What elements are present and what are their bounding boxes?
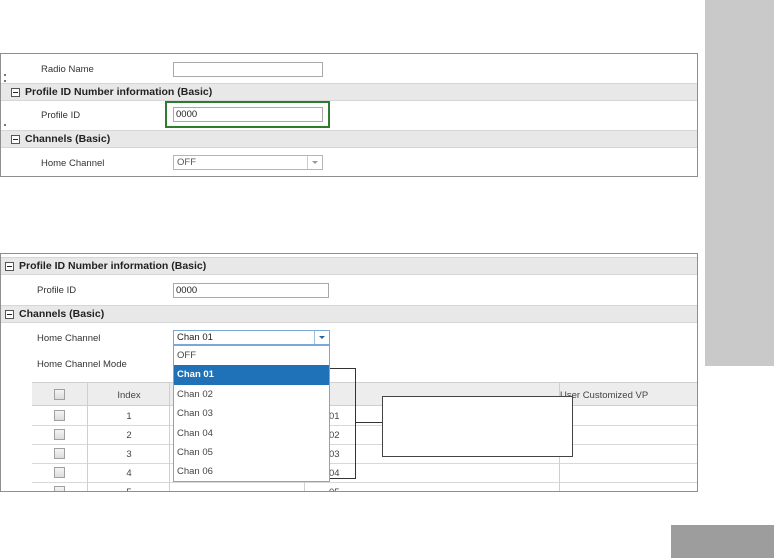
col-header-user-customized-vp: User Customized VP [560, 390, 649, 401]
callout-box [382, 396, 573, 457]
column-divider [169, 382, 170, 491]
profile-id-label: Profile ID [41, 110, 81, 121]
section-title: Profile ID Number information (Basic) [19, 260, 207, 272]
collapse-minus-icon[interactable] [5, 310, 14, 319]
collapse-minus-icon[interactable] [11, 88, 20, 97]
col-header-index: Index [117, 390, 141, 401]
section-title: Channels (Basic) [19, 308, 105, 320]
row-checkbox[interactable] [54, 467, 65, 478]
section-header-channels[interactable]: Channels (Basic) [1, 130, 697, 148]
table-row[interactable]: 4 04 [32, 464, 697, 483]
select-all-checkbox[interactable] [54, 389, 65, 400]
dropdown-option-chan-05[interactable]: Chan 05 [174, 443, 329, 462]
page-number-tab [671, 525, 774, 558]
callout-line [355, 368, 356, 478]
collapse-minus-icon[interactable] [11, 135, 20, 144]
row-index: 4 [126, 468, 132, 479]
radio-name-label: Radio Name [41, 64, 94, 75]
row-index: 3 [126, 449, 132, 460]
row-index: 5 [104, 487, 154, 491]
chevron-down-icon[interactable] [314, 331, 329, 344]
home-channel-row: Home Channel OFF [1, 148, 697, 178]
row-name-fragment: 03 [329, 449, 340, 460]
table-row[interactable]: 5 05 [32, 483, 697, 491]
row-checkbox[interactable] [54, 429, 65, 440]
dropdown-option-chan-03[interactable]: Chan 03 [174, 404, 329, 423]
dropdown-option-chan-01[interactable]: Chan 01 [174, 365, 329, 385]
dropdown-option-chan-06[interactable]: Chan 06 [174, 462, 329, 481]
profile-id-row: Profile ID 0000 [1, 276, 697, 302]
dropdown-option-off[interactable]: OFF [174, 346, 329, 365]
home-channel-row: Home Channel Chan 01 [1, 324, 697, 348]
callout-line [330, 368, 355, 369]
radio-name-input[interactable] [173, 62, 323, 77]
row-index: 1 [126, 411, 132, 422]
profile-id-label: Profile ID [37, 285, 77, 296]
section-header-channels[interactable]: Channels (Basic) [1, 305, 697, 323]
home-channel-value: OFF [177, 157, 196, 168]
dropdown-option-chan-02[interactable]: Chan 02 [174, 385, 329, 404]
home-channel-label: Home Channel [37, 333, 101, 344]
basic-settings-panel-after: Profile ID Number information (Basic) Pr… [0, 253, 698, 492]
row-name-fragment: 05 [329, 487, 341, 491]
table-row[interactable]: 2 02 [32, 426, 697, 445]
profile-id-input[interactable]: 0000 [173, 283, 329, 298]
chevron-down-icon[interactable] [307, 156, 322, 169]
row-name-fragment: 02 [329, 430, 340, 441]
row-name-fragment: 01 [329, 411, 340, 422]
collapse-minus-icon[interactable] [5, 262, 14, 271]
section-header-profile-id[interactable]: Profile ID Number information (Basic) [1, 257, 697, 275]
row-checkbox[interactable] [54, 486, 65, 491]
section-header-profile-id[interactable]: Profile ID Number information (Basic) [1, 83, 697, 101]
home-channel-select[interactable]: OFF [173, 155, 323, 170]
dropdown-option-chan-04[interactable]: Chan 04 [174, 424, 329, 443]
home-channel-mode-label: Home Channel Mode [37, 359, 127, 370]
callout-line [330, 478, 356, 479]
home-channel-value: Chan 01 [177, 332, 213, 343]
home-channel-label: Home Channel [41, 158, 105, 169]
profile-id-input[interactable]: 0000 [173, 107, 323, 122]
home-channel-select-open[interactable]: Chan 01 [173, 330, 330, 345]
callout-line [356, 422, 382, 423]
row-index: 2 [126, 430, 132, 441]
radio-name-row: Radio Name [1, 54, 697, 84]
column-divider [87, 382, 88, 491]
table-row[interactable]: 1 01 [32, 407, 697, 426]
section-title: Channels (Basic) [25, 133, 111, 145]
side-tab-marker [705, 0, 774, 366]
section-title: Profile ID Number information (Basic) [25, 86, 213, 98]
basic-settings-panel-before: Radio Name Profile ID Number information… [0, 53, 698, 177]
home-channel-dropdown-list[interactable]: OFF Chan 01 Chan 02 Chan 03 Chan 04 Chan… [173, 345, 330, 482]
table-row[interactable]: 3 03 [32, 445, 697, 464]
table-header: Index User Customized VP [32, 382, 697, 406]
row-checkbox[interactable] [54, 410, 65, 421]
profile-id-row: Profile ID 0000 [1, 101, 697, 129]
row-checkbox[interactable] [54, 448, 65, 459]
